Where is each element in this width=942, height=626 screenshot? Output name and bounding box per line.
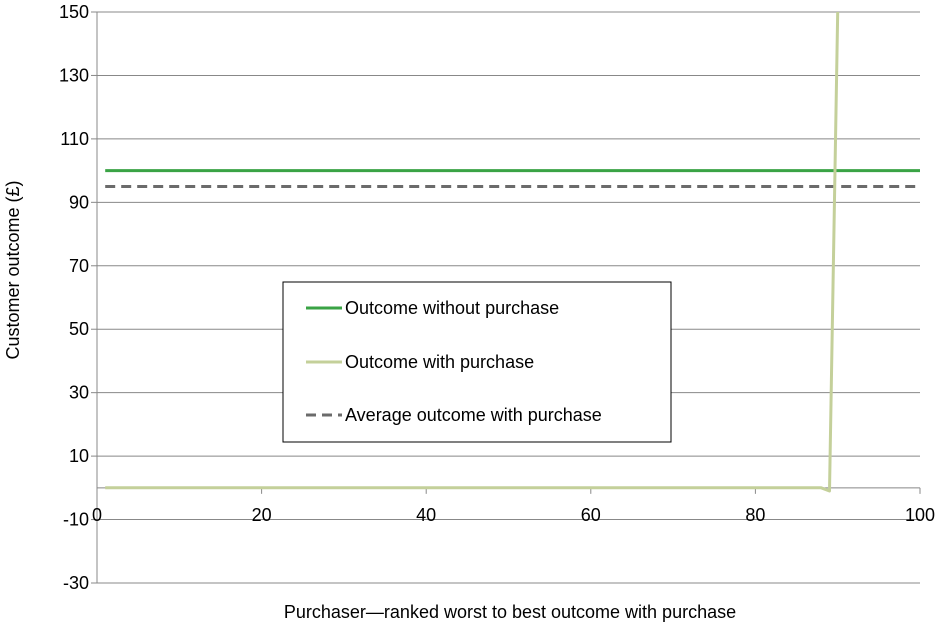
x-tick-label: 40 [416,505,436,525]
x-tick-label: 60 [581,505,601,525]
y-tick-labels: 150 130 110 90 70 50 30 10 -10 -30 [59,2,89,593]
legend-label-2: Outcome with purchase [345,352,534,372]
legend-label-1: Outcome without purchase [345,298,559,318]
x-tick-label: 100 [905,505,935,525]
legend: Outcome without purchase Outcome with pur… [282,281,672,443]
y-tick-label: 150 [59,2,89,22]
y-tick-label: 30 [69,383,89,403]
x-axis-label: Purchaser—ranked worst to best outcome w… [284,602,736,622]
y-tick-label: 70 [69,256,89,276]
x-tick-labels: 0 20 40 60 80 100 [92,505,935,525]
y-tick-label: 130 [59,65,89,85]
x-tick-label: 80 [745,505,765,525]
y-axis-label: Customer outcome (£) [3,180,23,359]
legend-label-3: Average outcome with purchase [345,405,602,425]
y-tick-label: 50 [69,319,89,339]
x-tick-label: 20 [252,505,272,525]
x-tick-label: 0 [92,505,102,525]
y-tick-label: 90 [69,192,89,212]
y-tick-label: 10 [69,446,89,466]
y-tick-label: -30 [63,573,89,593]
y-tick-label: -10 [63,510,89,530]
y-tick-label: 110 [60,129,89,149]
line-chart: 150 130 110 90 70 50 30 10 -10 -30 0 20 40 60 80 100 C… [3,2,935,622]
